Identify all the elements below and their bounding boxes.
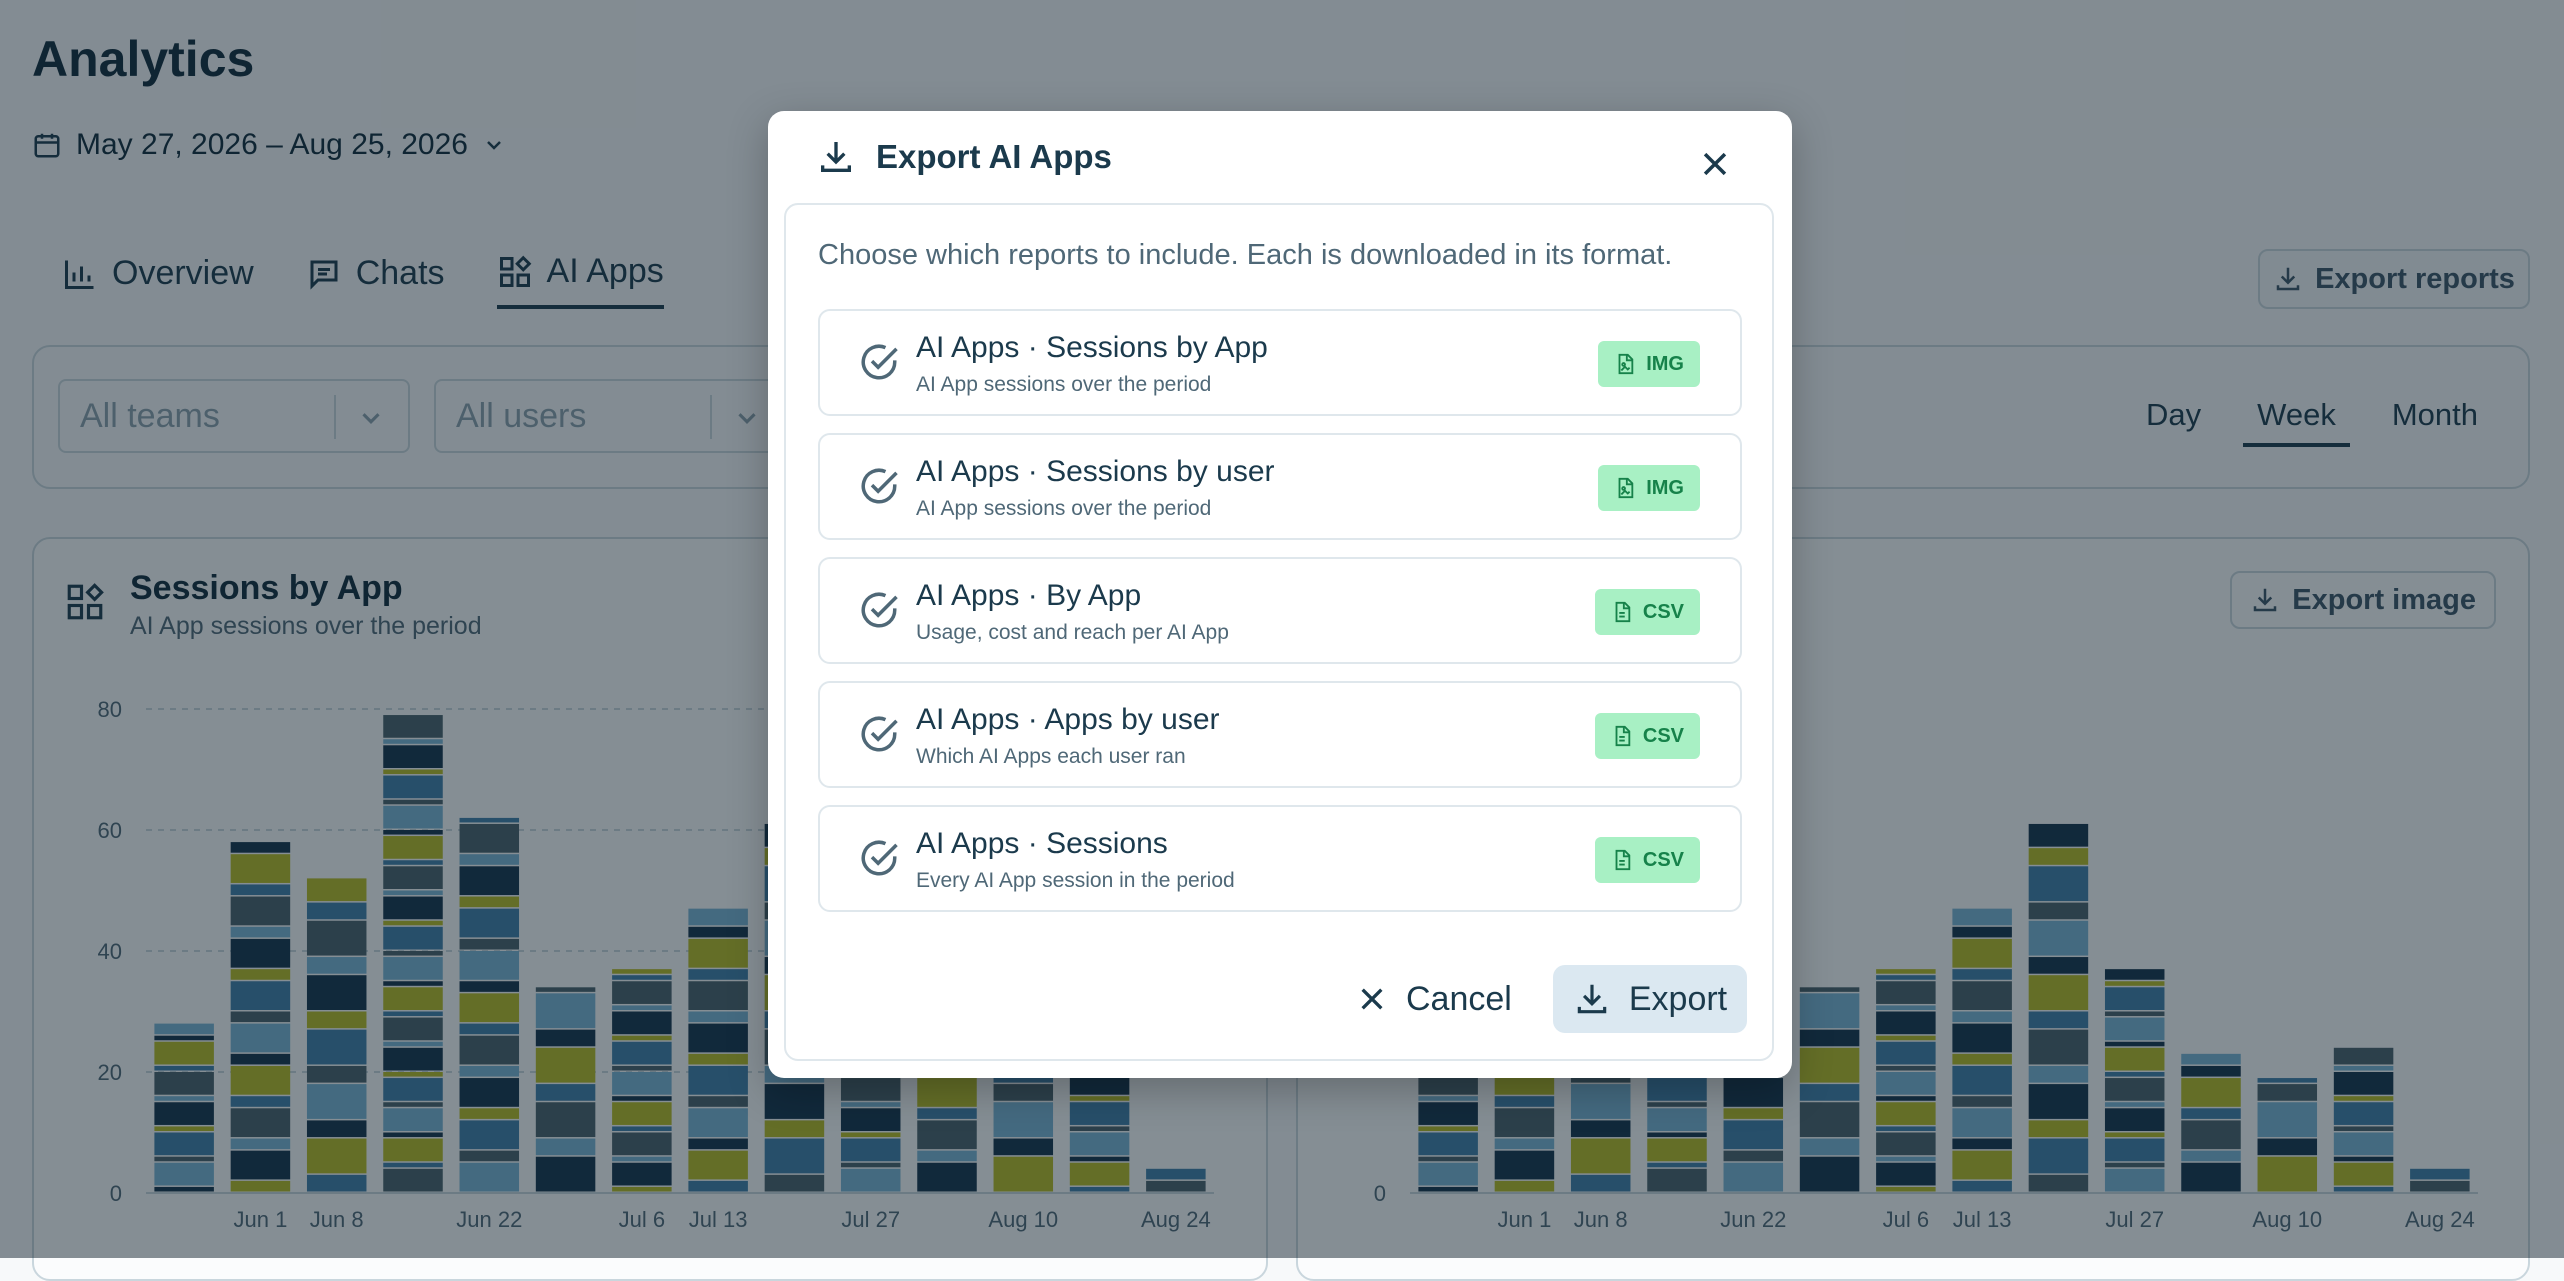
modal-intro: Choose which reports to include. Each is… xyxy=(818,239,1673,271)
format-badge-label: CSV xyxy=(1642,848,1684,871)
format-badge: IMG xyxy=(1598,465,1700,511)
check-circle-icon[interactable] xyxy=(858,341,900,383)
image-file-icon xyxy=(1618,353,1634,375)
download-icon xyxy=(1577,984,1607,1014)
export-button[interactable]: Export xyxy=(1553,965,1747,1033)
check-circle-icon[interactable] xyxy=(858,713,900,755)
report-item-apps-by-user[interactable]: AI Apps · Apps by user Which AI Apps eac… xyxy=(818,681,1742,788)
close-icon[interactable] xyxy=(1698,147,1732,181)
report-subtitle: Which AI Apps each user ran xyxy=(916,745,1186,768)
report-title: AI Apps · Apps by user xyxy=(916,703,1220,736)
format-badge: IMG xyxy=(1598,341,1700,387)
format-badge-label: IMG xyxy=(1646,352,1684,375)
export-modal: Export AI Apps Choose which reports to i… xyxy=(768,111,1792,1078)
report-subtitle: AI App sessions over the period xyxy=(916,497,1212,520)
format-badge: CSV xyxy=(1594,589,1700,635)
report-title: AI Apps · Sessions by App xyxy=(916,331,1268,364)
cancel-label: Cancel xyxy=(1406,979,1512,1018)
csv-file-icon xyxy=(1615,601,1631,623)
modal-header: Export AI Apps xyxy=(816,137,1112,177)
close-icon xyxy=(1361,988,1383,1010)
check-circle-icon[interactable] xyxy=(858,837,900,879)
report-title: AI Apps · Sessions by user xyxy=(916,455,1275,488)
report-title: AI Apps · By App xyxy=(916,579,1142,612)
check-circle-icon[interactable] xyxy=(858,589,900,631)
check-circle-icon[interactable] xyxy=(858,465,900,507)
format-badge: CSV xyxy=(1594,713,1700,759)
cancel-button[interactable]: Cancel xyxy=(1346,965,1522,1033)
format-badge-label: CSV xyxy=(1642,600,1684,623)
format-badge-label: IMG xyxy=(1646,476,1684,499)
modal-title: Export AI Apps xyxy=(876,138,1112,175)
report-item-sessions-by-user[interactable]: AI Apps · Sessions by user AI App sessio… xyxy=(818,433,1742,540)
csv-file-icon xyxy=(1615,849,1631,871)
report-title: AI Apps · Sessions xyxy=(916,827,1168,860)
report-item-by-app[interactable]: AI Apps · By App Usage, cost and reach p… xyxy=(818,557,1742,664)
csv-file-icon xyxy=(1615,725,1631,747)
modal-body: Choose which reports to include. Each is… xyxy=(784,203,1774,1061)
image-file-icon xyxy=(1618,477,1634,499)
report-subtitle: Every AI App session in the period xyxy=(916,869,1235,892)
report-subtitle: Usage, cost and reach per AI App xyxy=(916,621,1229,644)
report-item-sessions-by-app[interactable]: AI Apps · Sessions by App AI App session… xyxy=(818,309,1742,416)
format-badge-label: CSV xyxy=(1642,724,1684,747)
report-item-sessions[interactable]: AI Apps · Sessions Every AI App session … xyxy=(818,805,1742,912)
export-label: Export xyxy=(1628,979,1728,1018)
report-subtitle: AI App sessions over the period xyxy=(916,373,1212,396)
download-icon xyxy=(821,142,851,172)
format-badge: CSV xyxy=(1594,837,1700,883)
